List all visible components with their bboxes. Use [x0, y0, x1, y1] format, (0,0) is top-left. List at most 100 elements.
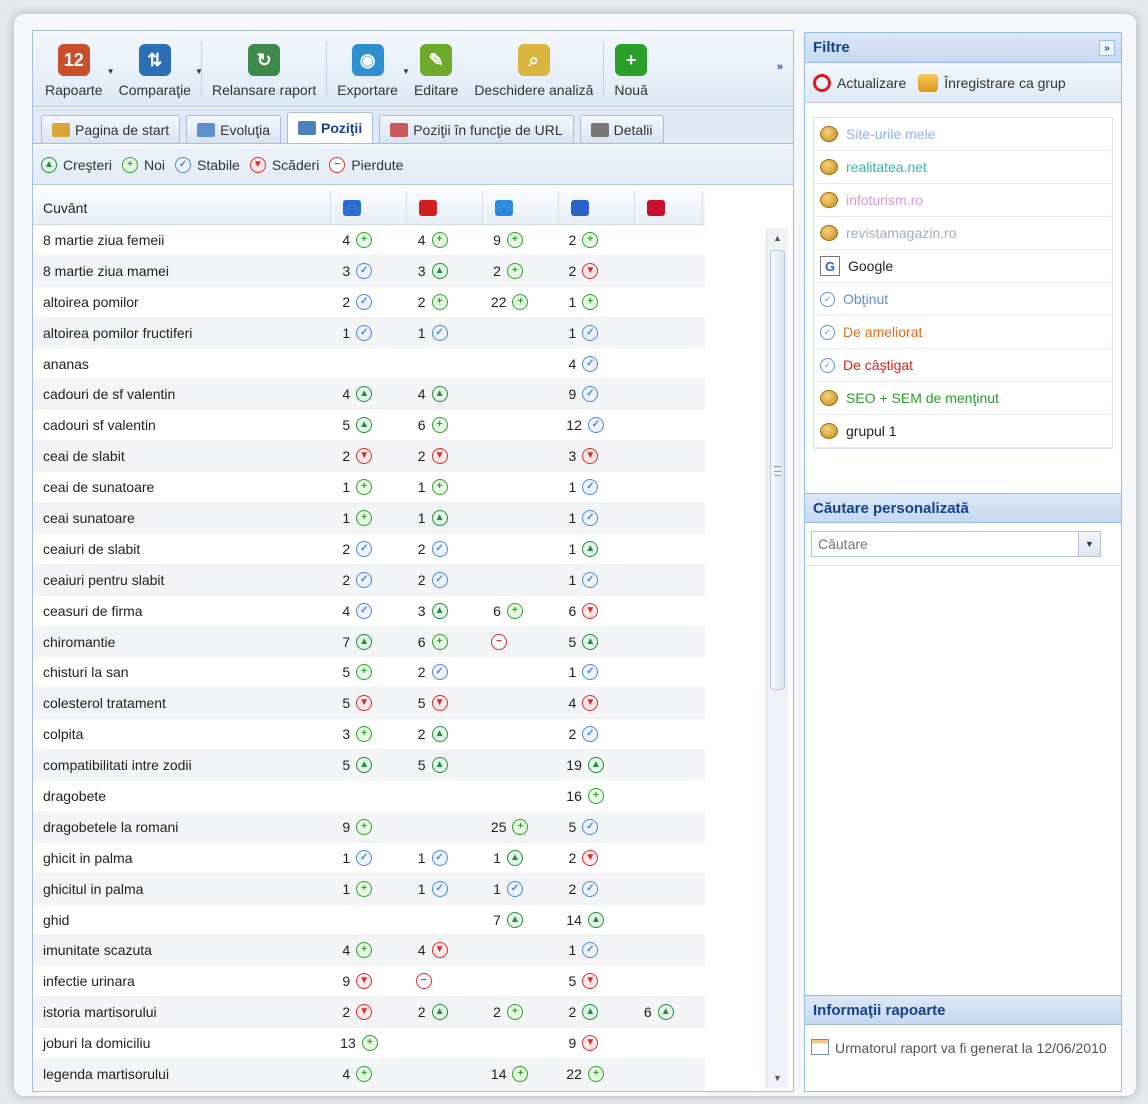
- table-row[interactable]: dragobetele la romani 9 +25 +5 ✓: [33, 811, 705, 843]
- position-cell: 2 ▼: [328, 997, 403, 1027]
- keywords-grid: 8 martie ziua femeii 4 +4 +9 +2 +8 martie ziu…: [33, 225, 705, 1091]
- table-row[interactable]: infectie urinara 9 ▼ −5 ▼: [33, 966, 705, 998]
- filter-item[interactable]: ✓ Obţinut: [814, 283, 1112, 316]
- table-row[interactable]: chiromantie 7 ▲ 6 + −5 ▲: [33, 626, 705, 658]
- tab-2[interactable]: Poziţii: [286, 112, 374, 143]
- filter-item[interactable]: realitatea.net: [814, 151, 1112, 184]
- table-row[interactable]: altoirea pomilor 2 ✓ 2 +22 +1 +: [33, 287, 705, 318]
- legend-item-nou[interactable]: + Noi: [122, 156, 165, 173]
- position-value: 1: [568, 293, 577, 310]
- custom-search-combo[interactable]: ▼: [811, 531, 1101, 557]
- custom-search-input[interactable]: [812, 532, 1078, 556]
- filter-item[interactable]: ✓ De ameliorat: [814, 316, 1112, 349]
- position-cell: 2 ▼: [404, 441, 479, 471]
- filter-item[interactable]: Site-urile mele: [814, 118, 1112, 151]
- table-row[interactable]: colesterol tratament 5 ▼ 5 ▼ 4 ▼: [33, 688, 705, 720]
- legend-item-crestere[interactable]: ▲ Creşteri: [41, 156, 112, 173]
- main-toolbar: 12 Rapoarte ▼ ⇅ Comparaţie ▼ ↻ Relansare raport…: [33, 31, 793, 107]
- position-cell: 2 +: [404, 287, 479, 317]
- toolbar-button-1[interactable]: ⇅ Comparaţie ▼: [111, 31, 203, 106]
- table-row[interactable]: ceaiuri pentru slabit 2 ✓ 2 ✓ 1 ✓: [33, 564, 705, 596]
- table-row[interactable]: cadouri sf valentin 5 ▲ 6 +12 ✓: [33, 410, 705, 442]
- position-value: 4: [568, 695, 577, 712]
- table-row[interactable]: legenda martisorului 4 +14 +22 +: [33, 1059, 705, 1090]
- filter-item[interactable]: G Google: [814, 250, 1112, 283]
- crestere-icon: ▲: [431, 509, 448, 526]
- column-header-engine-0[interactable]: [331, 191, 407, 224]
- filter-action-0[interactable]: Actualizare: [813, 73, 906, 92]
- table-row[interactable]: imunitate scazuta 4 +4 ▼ 1 ✓: [33, 935, 705, 967]
- table-row[interactable]: altoirea pomilor fructiferi 1 ✓ 1 ✓ 1 ✓: [33, 317, 705, 349]
- toolbar-button-6[interactable]: + Nouă: [606, 31, 655, 106]
- tab-0[interactable]: Pagina de start: [41, 115, 181, 143]
- table-row[interactable]: ceaiuri de slabit 2 ✓ 2 ✓ 1 ▲: [33, 534, 705, 565]
- toolbar-button-4[interactable]: ✎ Editare: [406, 31, 466, 106]
- filter-item[interactable]: grupul 1: [814, 415, 1112, 448]
- position-value: 4: [417, 386, 426, 403]
- toolbar-button-2[interactable]: ↻ Relansare raport: [204, 31, 324, 106]
- toolbar-button-0[interactable]: 12 Rapoarte ▼: [37, 31, 115, 106]
- position-value: 4: [342, 231, 351, 248]
- table-row[interactable]: ceai de slabit 2 ▼ 2 ▼ 3 ▼: [33, 441, 705, 473]
- column-header-word[interactable]: Cuvânt: [33, 191, 331, 224]
- stabil-icon: ✓: [582, 818, 599, 835]
- position-cell: 2 ✓: [328, 534, 403, 564]
- position-value: 1: [342, 880, 351, 897]
- filter-item-label: De câştigat: [843, 357, 914, 373]
- tab-4[interactable]: Detalii: [579, 115, 664, 143]
- column-header-engine-3[interactable]: [559, 191, 635, 224]
- table-row[interactable]: dragobete 16 +: [33, 781, 705, 812]
- filter-item[interactable]: revistamagazin.ro: [814, 217, 1112, 250]
- table-row[interactable]: ghid 7 ▲ 14 ▲: [33, 905, 705, 936]
- tab-3[interactable]: Poziţii în funcţie de URL: [379, 115, 574, 143]
- toolbar-label: Relansare raport: [211, 82, 317, 98]
- table-row[interactable]: ceasuri de firma 4 ✓ 3 ▲ 6 +6 ▼: [33, 596, 705, 627]
- toolbar-more-button[interactable]: »: [777, 61, 783, 73]
- legend-item-scadere[interactable]: ▼ Scăderi: [249, 156, 319, 173]
- nou-icon: +: [122, 156, 139, 173]
- filter-item-label: SEO + SEM de menţinut: [846, 390, 999, 406]
- position-cell: [479, 379, 554, 409]
- table-row[interactable]: istoria martisorului 2 ▼ 2 ▲ 2 +2 ▲ 6 ▲: [33, 997, 705, 1029]
- column-header-engine-4[interactable]: [635, 191, 703, 224]
- table-row[interactable]: ceai de sunatoare 1 +1 +1 ✓: [33, 472, 705, 504]
- table-row[interactable]: compatibilitati intre zodii 5 ▲ 5 ▲ 19 ▲: [33, 750, 705, 782]
- table-row[interactable]: 8 martie ziua mamei 3 ✓ 3 ▲ 2 +2 ▼: [33, 255, 705, 287]
- scrollbar-thumb[interactable]: [770, 250, 785, 690]
- scroll-up-arrow-icon[interactable]: ▲: [767, 228, 788, 248]
- table-row[interactable]: 8 martie ziua femeii 4 +4 +9 +2 +: [33, 225, 705, 256]
- legend-item-stabil[interactable]: ✓ Stabile: [175, 156, 240, 173]
- table-row[interactable]: ceai sunatoare 1 +1 ▲ 1 ✓: [33, 503, 705, 534]
- toolbar-button-5[interactable]: ⌕ Deschidere analiză: [466, 31, 601, 106]
- table-row[interactable]: chisturi la san 5 +2 ✓ 1 ✓: [33, 657, 705, 689]
- table-row[interactable]: cadouri de sf valentin 4 ▲ 4 ▲ 9 ✓: [33, 379, 705, 411]
- scroll-down-arrow-icon[interactable]: ▼: [767, 1068, 788, 1088]
- table-row[interactable]: ghicitul in palma 1 +1 ✓ 1 ✓ 2 ✓: [33, 873, 705, 905]
- legend-item-pierdut[interactable]: − Pierdute: [329, 156, 403, 173]
- crestere-icon: ▲: [431, 262, 448, 279]
- table-row[interactable]: joburi la domiciliu 13 +9 ▼: [33, 1028, 705, 1060]
- position-cell: [630, 843, 705, 873]
- position-value: 1: [568, 942, 577, 959]
- table-row[interactable]: ghicit in palma 1 ✓ 1 ✓ 1 ▲ 2 ▼: [33, 843, 705, 874]
- table-row[interactable]: ananas 4 ✓: [33, 349, 705, 380]
- table-row[interactable]: colpita 3 +2 ▲ 2 ✓: [33, 719, 705, 751]
- filter-action-1[interactable]: Înregistrare ca grup: [918, 73, 1066, 92]
- chevron-down-icon[interactable]: ▼: [1078, 532, 1100, 556]
- filter-item[interactable]: infoturism.ro: [814, 184, 1112, 217]
- dropdown-arrow-icon[interactable]: ▼: [195, 67, 203, 76]
- keyword-cell: ceai de sunatoare: [43, 479, 155, 496]
- position-cell: 4 +: [328, 935, 403, 965]
- toolbar-button-3[interactable]: ◉ Exportare ▼: [329, 31, 410, 106]
- collapse-sidebar-button[interactable]: »: [1099, 40, 1115, 56]
- position-value: 3: [342, 262, 351, 279]
- column-header-engine-1[interactable]: [407, 191, 483, 224]
- position-cell: [479, 565, 554, 595]
- crestere-icon: ▲: [431, 726, 448, 743]
- tab-1[interactable]: Evoluţia: [186, 115, 281, 143]
- filter-item[interactable]: SEO + SEM de menţinut: [814, 382, 1112, 415]
- filter-item[interactable]: ✓ De câştigat: [814, 349, 1112, 382]
- column-header-engine-2[interactable]: [483, 191, 559, 224]
- grid-scrollbar[interactable]: ▲ ▼: [766, 228, 788, 1088]
- keyword-cell: ceai sunatoare: [43, 509, 135, 526]
